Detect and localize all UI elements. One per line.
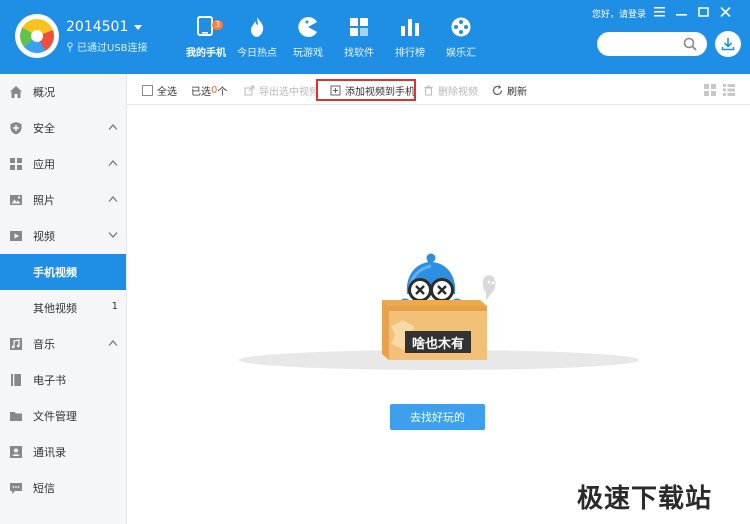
- grid-view-icon[interactable]: [704, 84, 716, 96]
- photo-icon: [10, 195, 22, 205]
- nav-hot-today[interactable]: 今日热点: [237, 16, 277, 59]
- sidebar: 概况 安全 应用 照片 视频 手机视频 其他视频 1 音乐 电子书 文件管理 通…: [0, 74, 127, 524]
- window-controls: [653, 6, 731, 18]
- chevron-up-icon[interactable]: [108, 123, 118, 131]
- apps-icon: [10, 158, 22, 170]
- shield-icon: [10, 122, 22, 135]
- refresh-icon: [492, 84, 503, 95]
- folder-icon: [10, 412, 22, 421]
- sidebar-item-ebooks[interactable]: 电子书: [0, 362, 126, 398]
- chevron-up-icon[interactable]: [108, 339, 118, 347]
- chevron-down-icon[interactable]: [108, 231, 118, 239]
- film-reel-icon: [450, 16, 472, 38]
- item-count: 1: [111, 301, 118, 312]
- sms-icon: [10, 483, 22, 494]
- apps-grid-icon: [348, 16, 370, 38]
- video-toolbar: 全选 已选 0 个 导出选中视频 添加视频到手机 删除视频 刷新: [127, 74, 750, 105]
- sidebar-item-overview[interactable]: 概况: [0, 74, 126, 110]
- main-nav: 3 我的手机 今日热点 玩游戏 找软件 排行榜 娱乐汇: [186, 16, 492, 59]
- device-selector[interactable]: 2014501: [66, 19, 143, 35]
- download-icon: [721, 38, 735, 51]
- empty-box-label: 啥也木有: [405, 331, 471, 353]
- device-name: 2014501: [66, 19, 129, 35]
- add-file-icon: [330, 85, 341, 95]
- watermark: 极速下载站: [577, 484, 713, 514]
- pacman-icon: [297, 16, 319, 38]
- top-header: 2014501 已通过USB连接 3 我的手机 今日热点 玩游戏 找软件 排行榜…: [0, 0, 750, 74]
- nav-games[interactable]: 玩游戏: [288, 16, 328, 59]
- usb-pin-icon: [67, 41, 73, 51]
- nav-entertainment[interactable]: 娱乐汇: [441, 16, 481, 59]
- nav-my-phone[interactable]: 3 我的手机: [186, 16, 226, 59]
- view-toggle: [704, 84, 735, 96]
- menu-icon[interactable]: [653, 6, 665, 18]
- search-icon[interactable]: [683, 37, 697, 51]
- sidebar-item-security[interactable]: 安全: [0, 110, 126, 146]
- flame-icon: [246, 16, 268, 38]
- sidebar-item-contacts[interactable]: 通讯录: [0, 434, 126, 470]
- sidebar-item-music[interactable]: 音乐: [0, 326, 126, 362]
- contacts-icon: [10, 446, 22, 458]
- delete-video-button[interactable]: 删除视频: [423, 82, 478, 98]
- search-input[interactable]: [607, 36, 679, 52]
- chevron-up-icon[interactable]: [108, 159, 118, 167]
- ebook-icon: [11, 374, 21, 386]
- checkbox-box[interactable]: [142, 84, 153, 96]
- empty-state: 啥也木有 去找好玩的: [127, 106, 750, 524]
- sidebar-item-photos[interactable]: 照片: [0, 182, 126, 218]
- close-icon[interactable]: [719, 6, 731, 18]
- sidebar-item-file-manager[interactable]: 文件管理: [0, 398, 126, 434]
- login-link[interactable]: 您好，请登录: [592, 7, 646, 20]
- app-logo: [15, 14, 59, 58]
- home-icon: [10, 86, 22, 98]
- sidebar-item-other-videos[interactable]: 其他视频 1: [0, 290, 126, 326]
- trash-icon: [424, 85, 433, 95]
- selected-count-label: 已选 0 个: [191, 84, 228, 98]
- maximize-icon[interactable]: [697, 6, 709, 18]
- nav-software[interactable]: 找软件: [339, 16, 379, 59]
- select-all-checkbox[interactable]: 全选: [142, 82, 177, 98]
- bar-chart-icon: [399, 16, 421, 38]
- caret-down-icon: [134, 24, 143, 30]
- add-video-to-phone-button[interactable]: 添加视频到手机: [330, 82, 415, 98]
- sidebar-item-phone-videos[interactable]: 手机视频: [0, 254, 126, 290]
- find-fun-button[interactable]: 去找好玩的: [390, 404, 485, 430]
- export-icon: [244, 85, 255, 95]
- music-icon: [10, 338, 22, 350]
- connection-status: 已通过USB连接: [66, 39, 148, 54]
- sidebar-item-sms[interactable]: 短信: [0, 470, 126, 506]
- nav-ranking[interactable]: 排行榜: [390, 16, 430, 59]
- list-view-icon[interactable]: [723, 84, 735, 96]
- minimize-icon[interactable]: [675, 6, 687, 18]
- refresh-button[interactable]: 刷新: [492, 82, 527, 98]
- download-manager-button[interactable]: [715, 31, 741, 57]
- chevron-up-icon[interactable]: [108, 195, 118, 203]
- video-icon: [10, 231, 22, 241]
- export-selected-button[interactable]: 导出选中视频: [244, 82, 319, 98]
- sidebar-item-videos[interactable]: 视频: [0, 218, 126, 254]
- nav-badge: 3: [212, 20, 224, 30]
- sidebar-item-apps[interactable]: 应用: [0, 146, 126, 182]
- search-box: [597, 32, 707, 56]
